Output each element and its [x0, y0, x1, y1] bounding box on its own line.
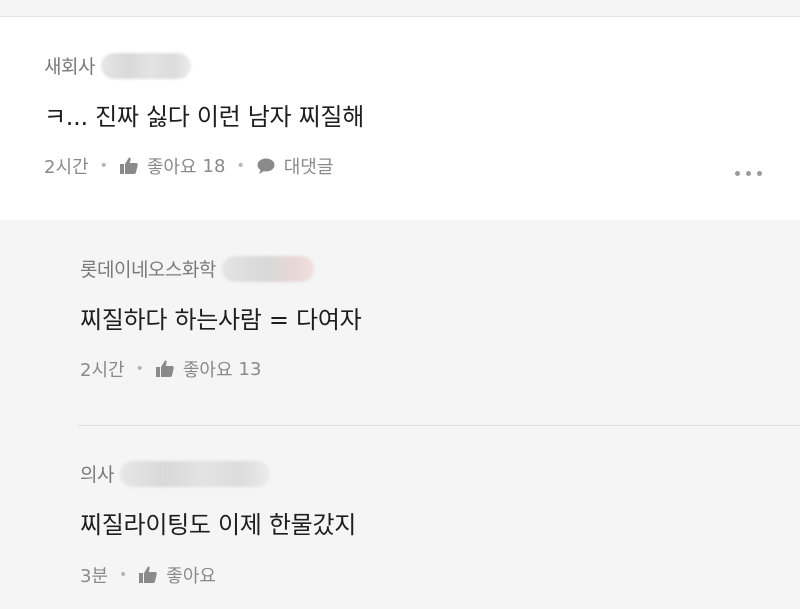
like-count: 13	[238, 358, 262, 380]
more-options-icon[interactable]	[735, 171, 762, 176]
more-dot	[735, 171, 740, 176]
author-blurred-tag	[100, 52, 191, 79]
comment-meta: 2시간 • 좋아요 18 • 대댓글	[44, 153, 333, 179]
more-dot	[757, 171, 762, 176]
like-label: 좋아요	[166, 566, 216, 587]
like-count: 18	[202, 155, 226, 177]
meta-separator: •	[135, 361, 144, 377]
comment-card: 새회사 ㅋ... 진짜 싫다 이런 남자 찌질해 2시간 • 좋아요 18 • …	[0, 17, 800, 220]
thumbs-up-icon	[119, 157, 138, 174]
reply-author-row: 의사	[80, 460, 270, 487]
like-button[interactable]: 좋아요	[138, 562, 216, 588]
reply-author[interactable]: 의사	[80, 460, 114, 487]
comment-time: 2시간	[44, 157, 89, 178]
reply-time: 2시간	[80, 360, 125, 381]
meta-separator: •	[236, 158, 245, 174]
thumbs-up-icon	[155, 360, 174, 377]
meta-separator: •	[99, 158, 108, 174]
reply-divider	[78, 425, 800, 426]
speech-bubble-icon	[257, 158, 275, 174]
reply-author[interactable]: 롯데이네오스화학	[80, 255, 216, 282]
meta-separator: •	[119, 567, 128, 583]
like-label: 좋아요	[146, 157, 197, 178]
comment-author-row: 새회사	[44, 52, 191, 79]
top-strip	[0, 0, 800, 17]
reply-label: 대댓글	[283, 157, 334, 178]
reply-meta: 3분 • 좋아요	[80, 562, 216, 588]
comment-author[interactable]: 새회사	[44, 52, 95, 79]
reply-button[interactable]: 대댓글	[256, 153, 334, 179]
comment-text: ㅋ... 진짜 싫다 이런 남자 찌질해	[44, 103, 364, 131]
reply-text: 찌질라이팅도 이제 한물갔지	[80, 511, 357, 539]
more-dot	[746, 171, 751, 176]
reply-text: 찌질하다 하는사람 = 다여자	[80, 306, 362, 334]
author-blurred-tag	[119, 460, 270, 487]
reply-meta: 2시간 • 좋아요 13	[80, 356, 261, 382]
reply-author-row: 롯데이네오스화학	[80, 255, 314, 282]
author-blurred-tag	[221, 255, 314, 282]
like-button[interactable]: 좋아요 18	[119, 153, 226, 179]
like-label: 좋아요	[182, 360, 233, 381]
like-button[interactable]: 좋아요 13	[155, 356, 262, 382]
reply-time: 3분	[80, 566, 109, 587]
thumbs-up-icon	[139, 566, 158, 583]
